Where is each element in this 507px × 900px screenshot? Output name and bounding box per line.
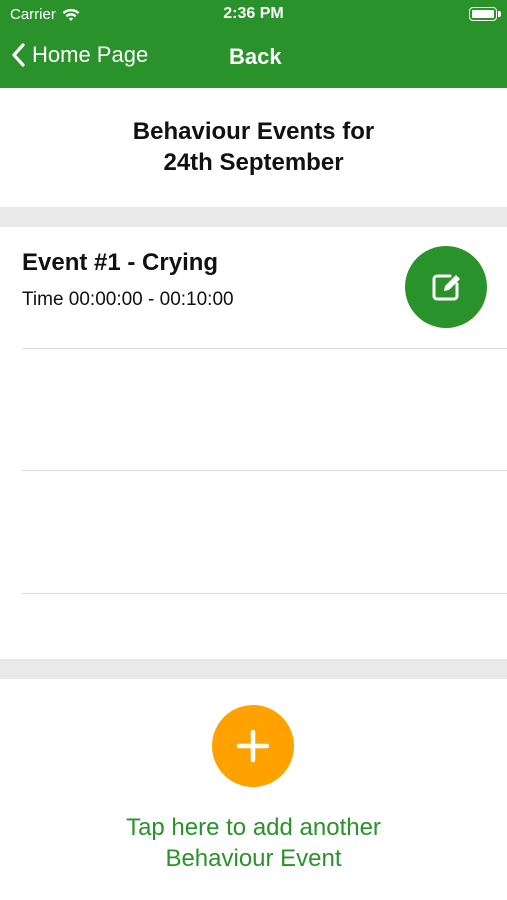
battery-nub: [498, 11, 501, 17]
event-title: Event #1 - Crying: [22, 249, 219, 276]
add-event-link[interactable]: Tap here to add another Behaviour Event: [0, 812, 507, 874]
edit-event-button[interactable]: [405, 246, 487, 328]
event-time: Time 00:00:00 - 00:10:00: [22, 289, 234, 310]
add-event-button[interactable]: [212, 705, 294, 787]
home-page-label: Home Page: [32, 42, 149, 67]
page-title-line2: 24th September: [163, 149, 344, 176]
chevron-left-icon: [12, 43, 25, 67]
section-separator-top: [0, 207, 507, 227]
battery-icon: [469, 7, 497, 21]
home-page-button[interactable]: Home Page: [10, 42, 148, 68]
page-title-line1: Behaviour Events for: [132, 118, 375, 145]
empty-row-divider: [22, 593, 507, 594]
navigation-bar: Carrier 2:36 PM Home Page Back: [0, 0, 507, 88]
edit-pencil-icon: [432, 274, 460, 301]
back-button[interactable]: Back: [229, 44, 282, 70]
add-event-line2: Behaviour Event: [165, 845, 342, 872]
add-event-line1: Tap here to add another: [126, 814, 381, 841]
screen: Carrier 2:36 PM Home Page Back Behaviour…: [0, 0, 507, 900]
plus-icon: [236, 729, 270, 763]
empty-row-divider: [22, 470, 507, 471]
page-title: Behaviour Events for 24th September: [0, 116, 507, 178]
status-time: 2:36 PM: [223, 5, 284, 22]
section-separator-bottom: [0, 659, 507, 679]
